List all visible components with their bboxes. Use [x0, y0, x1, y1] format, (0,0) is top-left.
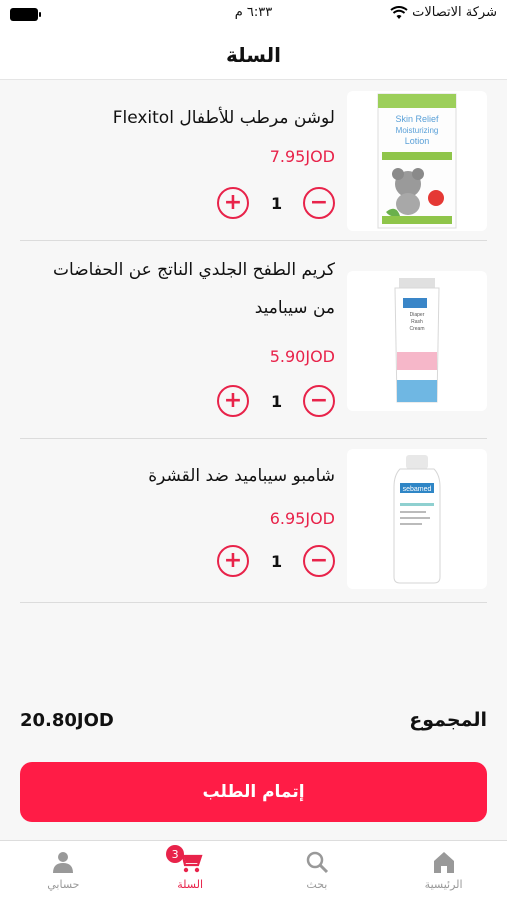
cart-item: sebamed شامبو سيباميد ضد القشرة 6.95JOD … [20, 439, 487, 603]
order-total: 20.80JOD المجموع [20, 705, 487, 735]
decrease-qty-button[interactable]: − [303, 187, 335, 219]
search-icon [306, 851, 328, 874]
cart-item: Diaper Rash Cream كريم الطفح الجلدي النا… [20, 241, 487, 439]
shampoo-bottle-image: sebamed [393, 455, 441, 584]
increase-qty-button[interactable]: + [217, 545, 249, 577]
product-price: 6.95JOD [269, 509, 335, 528]
plus-icon: + [223, 548, 243, 573]
increase-qty-button[interactable]: + [217, 187, 249, 219]
status-time: ٦:٣٣ م [234, 5, 273, 20]
product-image[interactable]: Diaper Rash Cream [347, 271, 487, 411]
page-header: السلة [0, 30, 507, 80]
plus-icon: + [223, 388, 243, 413]
quantity-stepper: + 1 − [217, 545, 335, 577]
tab-search-label: بحث [306, 878, 328, 891]
quantity-value: 1 [271, 391, 283, 411]
increase-qty-button[interactable]: + [217, 385, 249, 417]
quantity-stepper: + 1 − [217, 187, 335, 219]
product-name[interactable]: كريم الطفح الجلدي الناتج عن الحفاضات من … [35, 251, 335, 327]
user-icon [53, 852, 74, 873]
svg-text:Lotion: Lotion [405, 136, 430, 146]
product-price: 5.90JOD [269, 347, 335, 366]
product-name[interactable]: لوشن مرطب للأطفال Flexitol [35, 99, 335, 137]
status-bar: شركة الاتصالات ٦:٣٣ م [0, 0, 507, 30]
minus-icon: − [309, 548, 329, 573]
lotion-box-image: Skin Relief Moisturizing Lotion [377, 93, 457, 229]
tab-search[interactable]: بحث [254, 841, 381, 900]
tab-account-label: حسابي [47, 878, 80, 891]
cart-count-badge: 3 [166, 845, 185, 863]
svg-text:Moisturizing: Moisturizing [396, 126, 439, 135]
quantity-stepper: + 1 − [217, 385, 335, 417]
svg-text:sebamed: sebamed [403, 486, 432, 493]
svg-text:Skin Relief: Skin Relief [395, 114, 439, 124]
decrease-qty-button[interactable]: − [303, 385, 335, 417]
svg-text:Cream: Cream [409, 326, 424, 332]
product-price: 7.95JOD [269, 147, 335, 166]
svg-text:Rash: Rash [411, 319, 423, 325]
cream-tube-image: Diaper Rash Cream [394, 278, 440, 403]
minus-icon: − [309, 388, 329, 413]
decrease-qty-button[interactable]: − [303, 545, 335, 577]
bottom-tab-bar: حسابي 3 السلة بحث الرئيسية [0, 840, 507, 900]
product-name[interactable]: شامبو سيباميد ضد القشرة [35, 457, 335, 495]
tab-account[interactable]: حسابي [0, 841, 127, 900]
tab-cart-label: السلة [177, 878, 203, 891]
home-icon [433, 852, 454, 873]
total-value: 20.80JOD [20, 709, 114, 731]
page-title: السلة [225, 42, 281, 67]
svg-text:Diaper: Diaper [410, 312, 425, 318]
product-image[interactable]: Skin Relief Moisturizing Lotion [347, 91, 487, 231]
plus-icon: + [223, 190, 243, 215]
product-image[interactable]: sebamed [347, 449, 487, 589]
tab-cart[interactable]: 3 السلة [127, 841, 254, 900]
quantity-value: 1 [271, 551, 283, 571]
quantity-value: 1 [271, 193, 283, 213]
battery-icon [10, 8, 41, 21]
total-label: المجموع [409, 709, 487, 731]
checkout-button[interactable]: إتمام الطلب [20, 762, 487, 822]
tab-home[interactable]: الرئيسية [380, 841, 507, 900]
minus-icon: − [309, 190, 329, 215]
cart-item: Skin Relief Moisturizing Lotion لوشن مرط… [20, 81, 487, 241]
cart-list: Skin Relief Moisturizing Lotion لوشن مرط… [0, 81, 507, 603]
tab-home-label: الرئيسية [424, 878, 463, 891]
